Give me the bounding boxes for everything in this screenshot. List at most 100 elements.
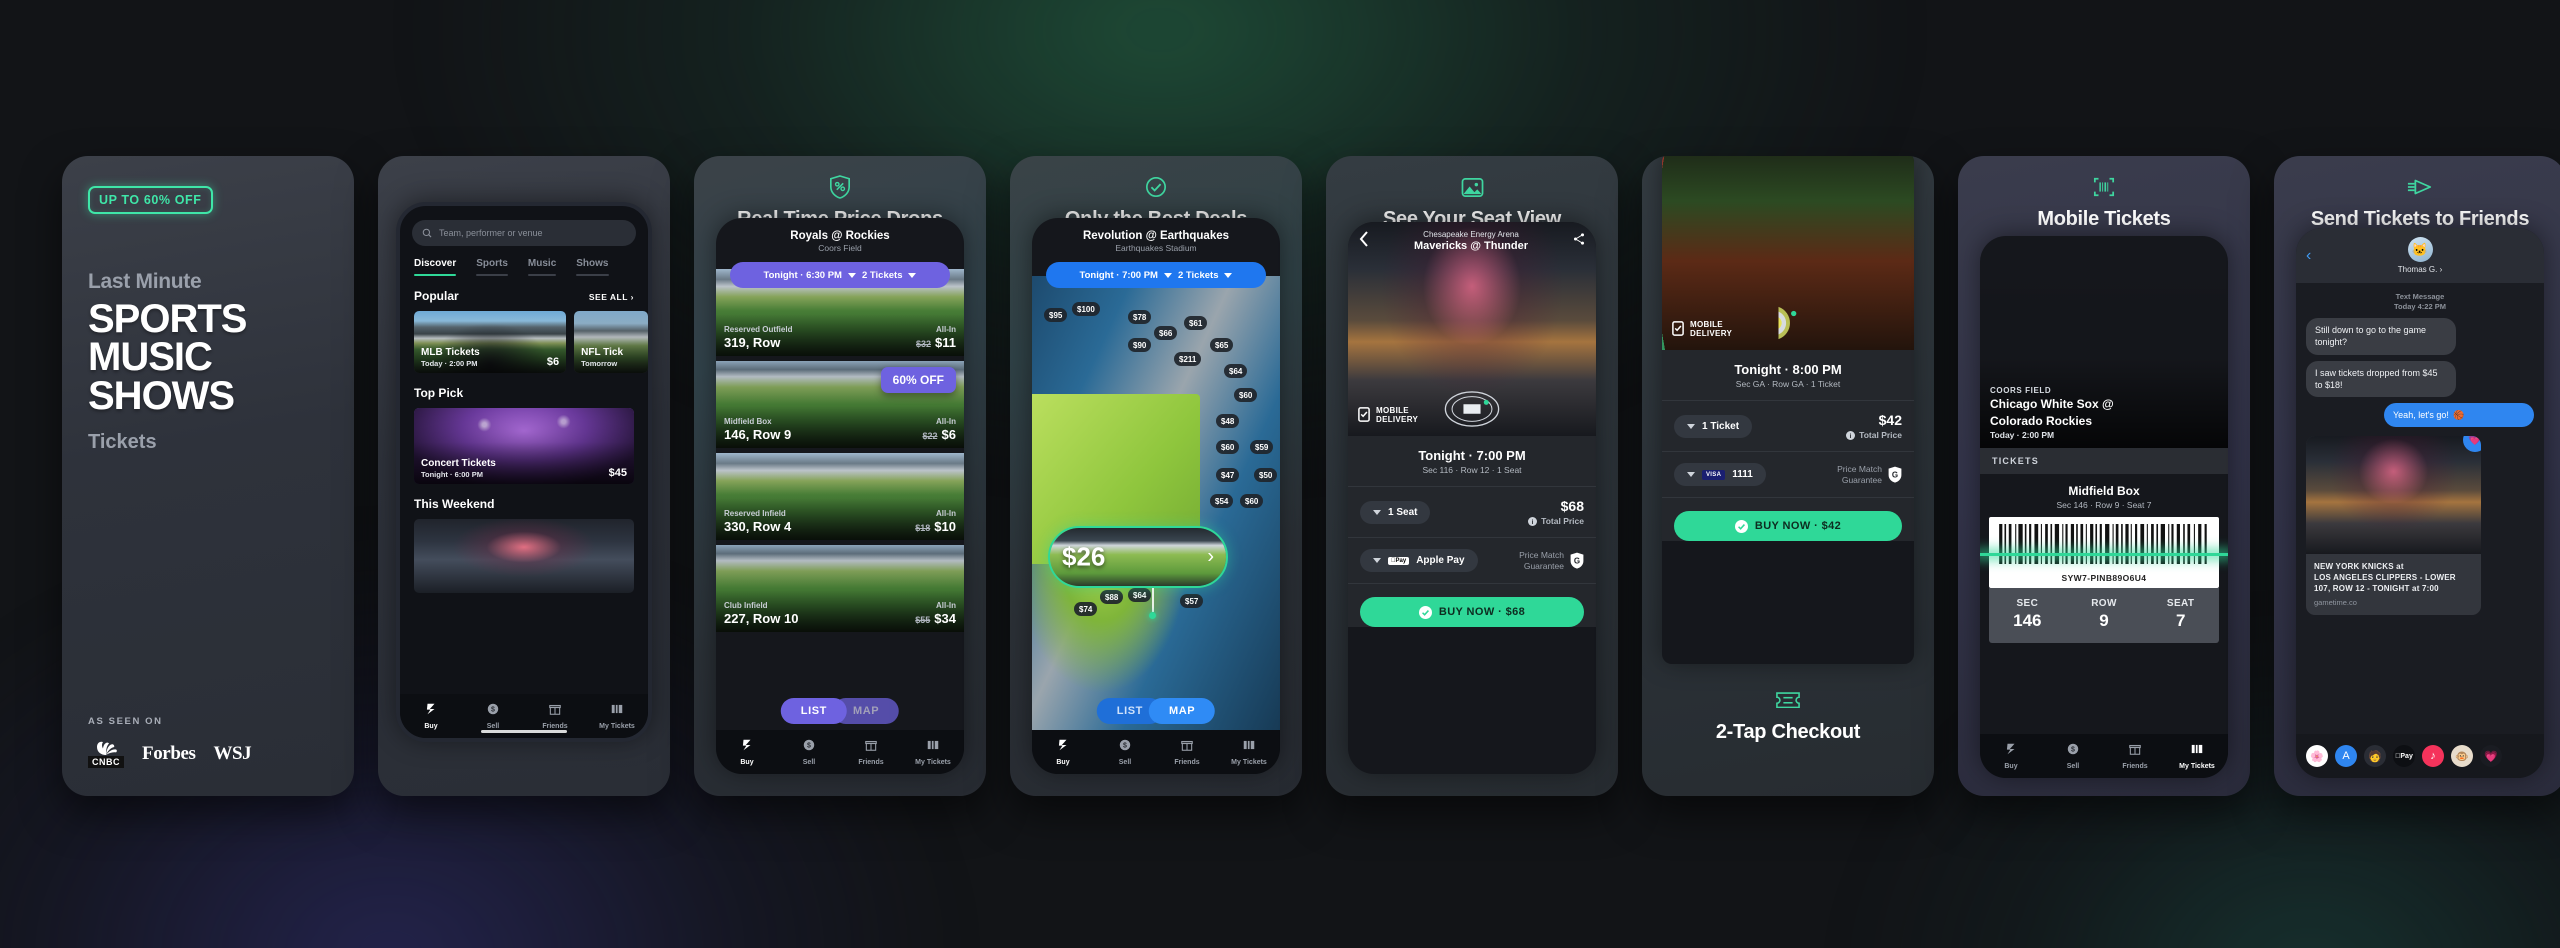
avatar[interactable]: 🐱 [2407,237,2433,262]
see-all-link[interactable]: SEE ALL › [589,292,634,302]
back-button[interactable] [1358,230,1370,252]
price-bubble[interactable]: $57 [1180,594,1204,608]
price-bubble[interactable]: $78 [1128,310,1152,324]
shared-ticket-card[interactable]: NEW YORK KNICKS at LOS ANGELES CLIPPERS … [2306,435,2481,615]
toggle-map[interactable]: MAP [1148,698,1216,724]
nav-sell[interactable]: $ Sell [1094,738,1156,766]
price-bubble[interactable]: $211 [1174,352,1202,366]
photos-icon[interactable]: 🌸 [2306,745,2328,767]
apple-pay-icon[interactable]: Pay [2393,745,2415,767]
thread-timestamp: Text Message Today 4:22 PM [2296,292,2544,312]
price-bubble[interactable]: $60 [1234,388,1258,402]
memoji-icon[interactable]: 🧑 [2364,745,2386,767]
price-bubble[interactable]: $74 [1074,602,1098,616]
filter-date[interactable]: Tonight · 6:30 PM [764,270,842,281]
contact-name[interactable]: Thomas G. › [2296,265,2544,274]
nav-sell[interactable]: $ Sell [2042,742,2104,770]
price-bubble[interactable]: $60 [1216,440,1240,454]
info-icon[interactable]: i [1846,430,1856,440]
chevron-down-icon[interactable] [1163,272,1172,278]
event-title: Concert Tickets [421,458,496,469]
tab-music[interactable]: Music [527,258,557,276]
price-bubble[interactable]: $88 [1100,590,1124,604]
nav-friends[interactable]: Friends [1156,738,1218,766]
payment-select[interactable]: Pay Apple Pay [1360,549,1478,572]
nav-sell[interactable]: $ Sell [462,702,524,730]
quantity-select[interactable]: 1 Seat [1360,500,1431,524]
animoji-icon[interactable]: 🐵 [2451,745,2473,767]
svg-text:G: G [1574,556,1580,565]
barcode-card[interactable]: SYW7-PINB89O6U4 [1980,517,2228,588]
price-bubble[interactable]: $61 [1184,316,1208,330]
price-bubble[interactable]: $60 [1240,494,1264,508]
event-card-concert[interactable]: Concert Tickets Tonight · 6:00 PM $45 [414,408,634,484]
event-photo: COORS FIELD Chicago White Sox @ Colorado… [1980,236,2228,448]
shared-line-1: NEW YORK KNICKS at [2314,561,2404,571]
price-bubble[interactable]: $100 [1072,302,1100,316]
discount-chip: 60% OFF [880,367,956,393]
filter-quantity[interactable]: 2 Tickets [1178,270,1219,281]
filter-quantity[interactable]: 2 Tickets [862,270,903,281]
info-icon[interactable]: i [1528,516,1538,526]
filter-date[interactable]: Tonight · 7:00 PM [1080,270,1158,281]
nav-buy[interactable]: Buy [400,702,462,730]
buy-now-button[interactable]: BUY NOW · $68 [1360,597,1584,627]
panel-send-to-friends: Send Tickets to Friends ‹ 🐱 Thomas G. › … [2274,156,2560,796]
phone-frame-seatmap: Revolution @ Earthquakes Earthquakes Sta… [1032,218,1280,774]
toggle-map[interactable]: MAP [832,698,900,724]
nav-my-tickets[interactable]: My Tickets [902,738,964,766]
payment-select[interactable]: VISA 1111 [1674,463,1766,486]
nav-buy[interactable]: Buy [1980,742,2042,770]
listing-row[interactable]: 60% OFF Midfield Box 146, Row 9 All-In $… [716,361,964,448]
price-bubble[interactable]: $47 [1216,468,1240,482]
event-card-mlb[interactable]: MLB Tickets Today · 2:00 PM $6 [414,311,567,373]
price-bubble[interactable]: $59 [1250,440,1274,454]
svg-text:i: i [1532,518,1534,525]
price-bubble[interactable]: $65 [1210,338,1234,352]
gametime-logo-icon [1058,739,1067,751]
search-input[interactable]: Team, performer or venue [412,220,636,246]
selected-seat-preview[interactable]: $26 › [1048,526,1228,588]
tab-discover[interactable]: Discover [414,258,457,276]
music-icon[interactable]: ♪ [2422,745,2444,767]
nav-friends[interactable]: Friends [524,702,586,730]
message-bubble-them: Still down to go to the game tonight? [2306,318,2456,355]
chevron-down-icon[interactable] [847,272,856,278]
list-map-toggle: LIST MAP [780,698,900,724]
nav-my-tickets[interactable]: My Tickets [1218,738,1280,766]
nav-my-tickets[interactable]: My Tickets [586,702,648,730]
nav-my-tickets[interactable]: My Tickets [2166,742,2228,770]
nav-friends[interactable]: Friends [2104,742,2166,770]
price-bubble[interactable]: $90 [1128,338,1152,352]
nav-buy[interactable]: Buy [1032,738,1094,766]
tab-shows[interactable]: Shows [576,258,609,276]
listing-row[interactable]: Club Infield 227, Row 10 All-In $55 $34 [716,545,964,632]
price-bubble[interactable]: $66 [1154,326,1178,340]
mobile-delivery-badge: MOBILE DELIVERY [1358,406,1418,424]
price-bubble[interactable]: $95 [1044,308,1068,322]
buy-now-button[interactable]: BUY NOW · $42 [1674,511,1902,541]
health-icon[interactable]: 💗 [2480,745,2502,767]
total-price-label: Total Price [1541,516,1584,526]
price-bubble[interactable]: $64 [1224,364,1248,378]
event-card-weekend[interactable] [414,519,634,593]
chevron-right-icon[interactable]: › [1207,546,1214,569]
nav-friends[interactable]: Friends [840,738,902,766]
back-button[interactable]: ‹ [2306,247,2311,265]
event-title: NFL Tick [581,347,624,358]
app-store-icon[interactable]: A [2335,745,2357,767]
tab-sports[interactable]: Sports [476,258,508,276]
nav-buy[interactable]: Buy [716,738,778,766]
chevron-down-icon[interactable] [1224,272,1233,278]
nav-sell[interactable]: $ Sell [778,738,840,766]
price-bubble[interactable]: $50 [1254,468,1278,482]
seat-map[interactable]: $95 $100 $78 $61 $66 $90 $65 $211 $64 $6… [1032,276,1280,730]
listing-row[interactable]: Reserved Infield 330, Row 4 All-In $18 $1… [716,453,964,540]
price-bubble[interactable]: $54 [1210,494,1234,508]
quantity-select[interactable]: 1 Ticket [1674,414,1753,438]
chevron-down-icon[interactable] [908,272,917,278]
event-card-nfl[interactable]: NFL Tick Tomorrow [574,311,648,373]
price-bubble[interactable]: $64 [1128,588,1152,602]
price-bubble[interactable]: $48 [1216,414,1240,428]
share-button[interactable] [1572,232,1586,251]
